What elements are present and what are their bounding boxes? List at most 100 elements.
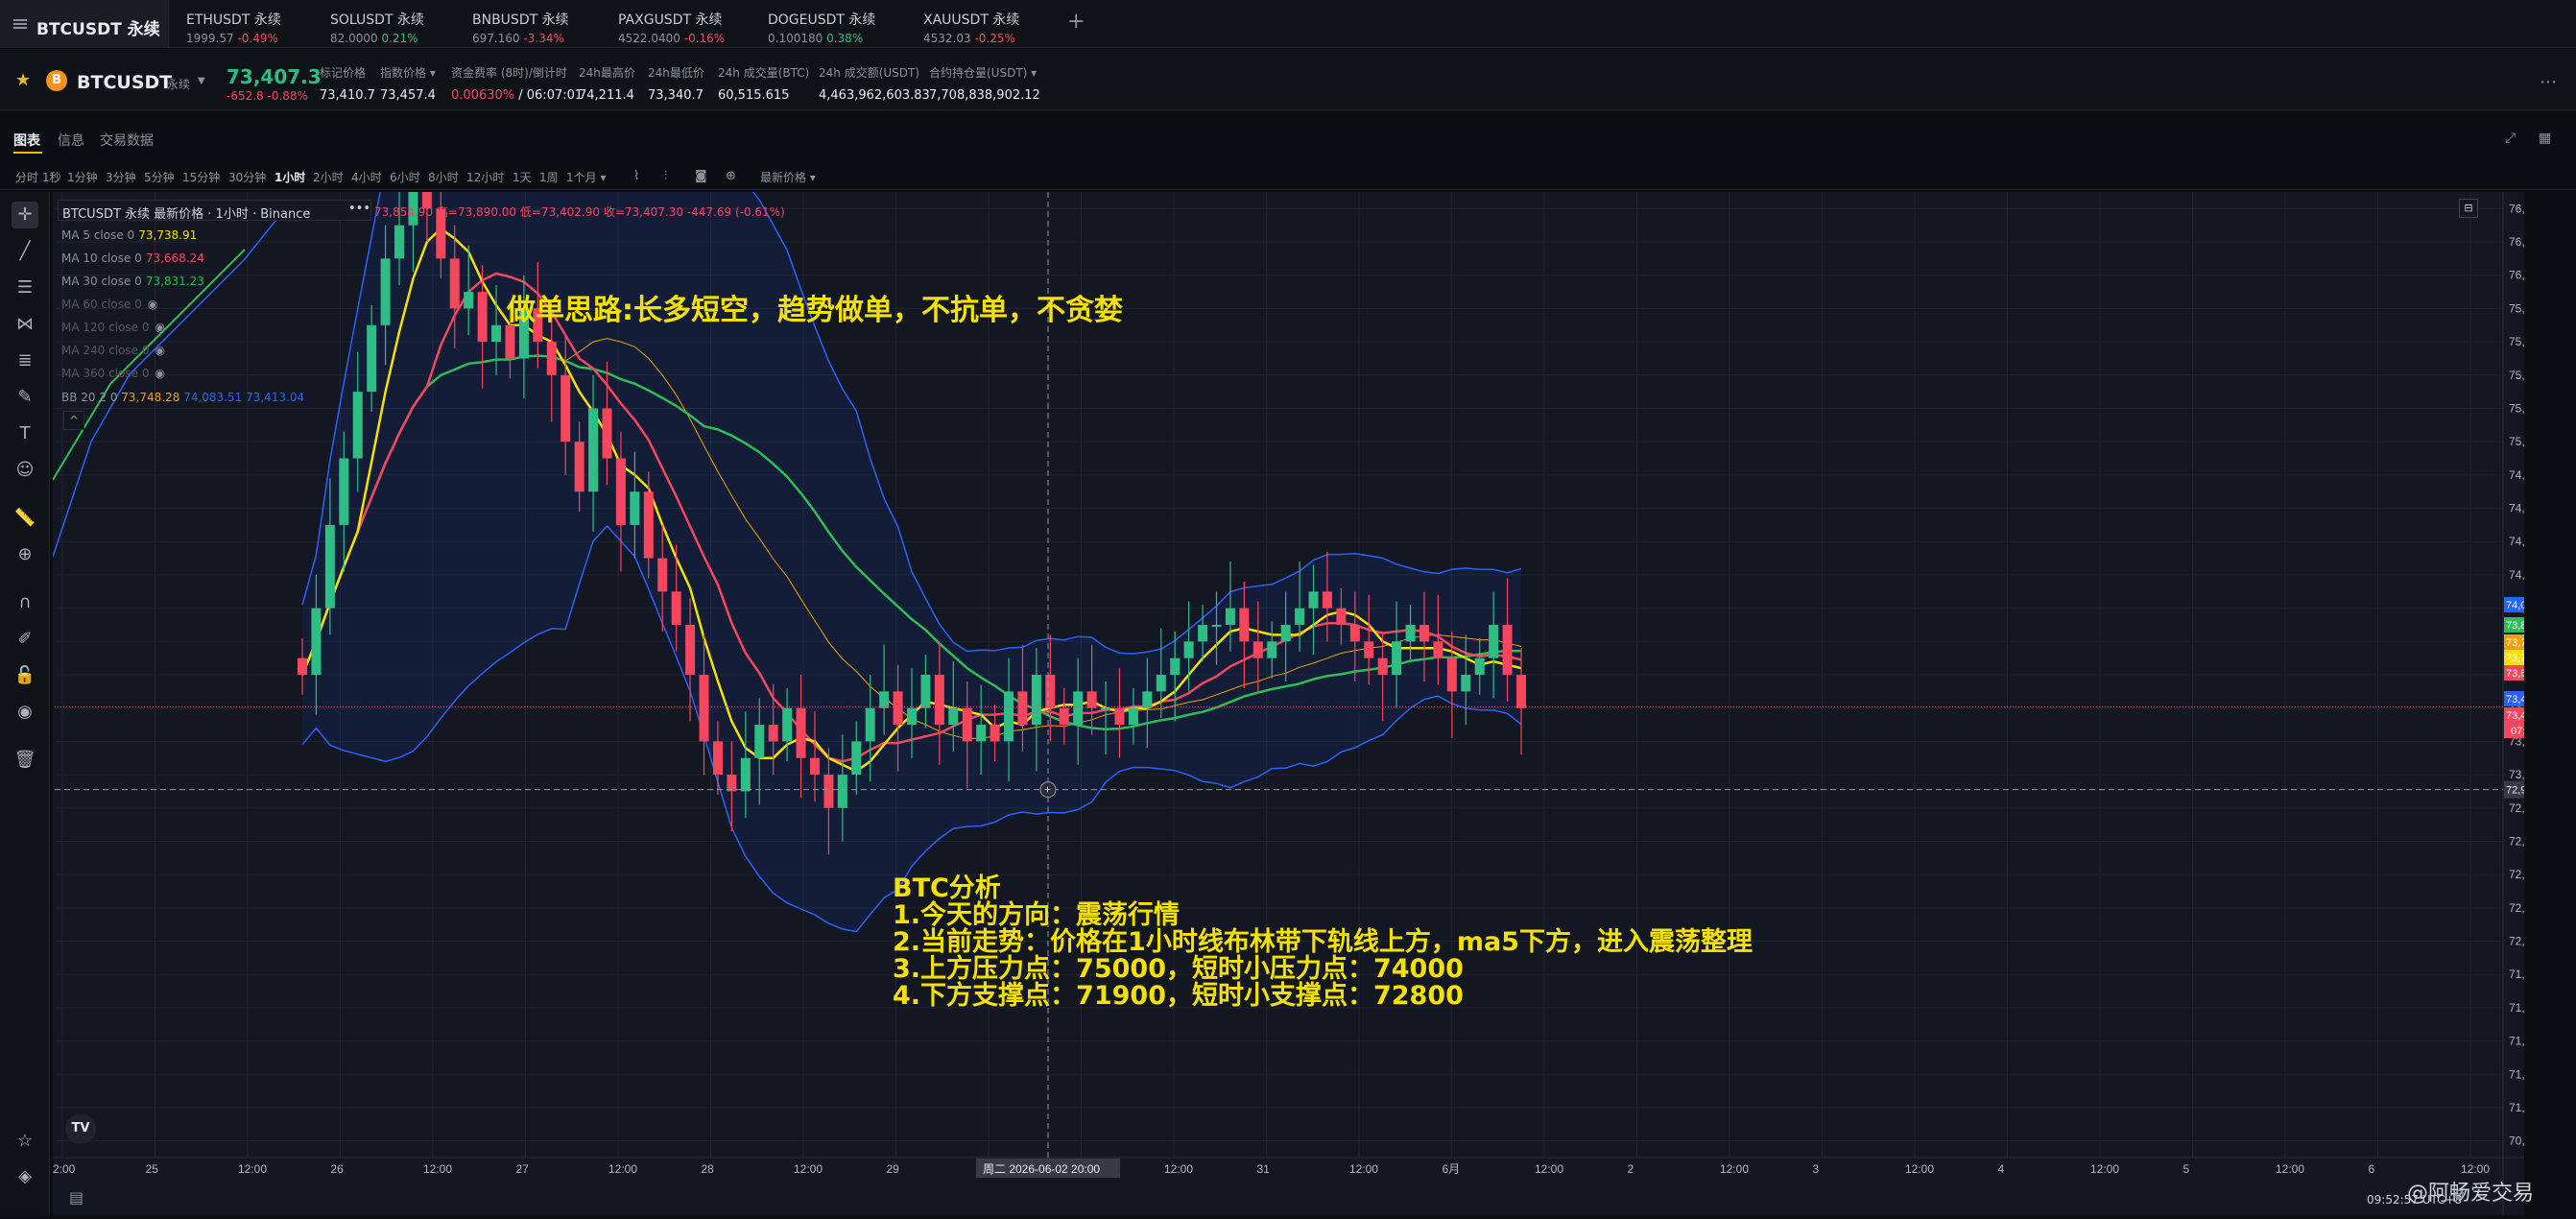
candle bbox=[630, 491, 640, 525]
alert-icon[interactable]: ⊕ bbox=[726, 169, 736, 183]
zoom-in-icon[interactable]: ⊕ bbox=[12, 541, 38, 568]
more-options-icon[interactable]: ••• bbox=[348, 202, 370, 216]
layers-icon[interactable]: ◈ bbox=[12, 1163, 38, 1190]
candle bbox=[1446, 657, 1457, 692]
indicator-1[interactable]: MA 10 close 0 73,668.24 bbox=[61, 251, 204, 265]
candle bbox=[671, 591, 681, 625]
candle bbox=[1031, 675, 1041, 726]
pitchfork-icon[interactable]: ⋈ bbox=[12, 311, 38, 338]
candle bbox=[920, 675, 931, 708]
y-tick-label: 71,600.00 bbox=[2509, 1001, 2524, 1015]
timeframe-12[interactable]: 12小时 bbox=[466, 169, 504, 185]
indicator-6[interactable]: MA 360 close 0 ◉ bbox=[61, 367, 165, 380]
candle bbox=[298, 657, 307, 675]
visibility-eye-icon[interactable]: ◉ bbox=[155, 321, 164, 334]
x-tick-label: 6月 bbox=[1443, 1162, 1461, 1176]
camera-icon[interactable]: ◙ bbox=[695, 169, 707, 183]
timeframe-13[interactable]: 1天 bbox=[513, 169, 532, 185]
ruler-icon[interactable]: 📏 bbox=[12, 505, 38, 532]
trash-icon[interactable]: 🗑 bbox=[12, 747, 38, 774]
y-tick-label: 76,000.00 bbox=[2509, 269, 2524, 282]
brush-icon[interactable]: ✎ bbox=[12, 384, 38, 411]
more-icon[interactable]: ⋯ bbox=[2540, 72, 2557, 92]
tab-trading-data[interactable]: 交易数据 bbox=[100, 131, 154, 150]
tab-dogeusdt[interactable]: DOGEUSDT 永续 0.100180 0.38% bbox=[768, 0, 875, 48]
price-scale-toggle-icon[interactable]: ⊟ bbox=[2459, 199, 2478, 218]
indicator-4[interactable]: MA 120 close 0 ◉ bbox=[61, 321, 165, 334]
fib-icon[interactable]: ≣ bbox=[12, 347, 38, 374]
tab-solusdt[interactable]: SOLUSDT 永续 82.0000 0.21% bbox=[330, 0, 424, 48]
expand-icon[interactable]: ⤢ bbox=[2505, 131, 2516, 146]
visibility-eye-icon[interactable]: ◉ bbox=[155, 344, 164, 357]
chart-type-icon[interactable]: ⌇ bbox=[633, 169, 639, 183]
x-tick-label: 2 bbox=[1628, 1162, 1634, 1176]
trendline-icon[interactable]: ╱ bbox=[12, 238, 38, 265]
indicator-3[interactable]: MA 60 close 0 ◉ bbox=[61, 298, 157, 311]
timeframe-5[interactable]: 15分钟 bbox=[182, 169, 220, 185]
timeframe-0[interactable]: 分时 bbox=[15, 169, 38, 185]
horizontal-lines-icon[interactable]: ☰ bbox=[12, 275, 38, 301]
timeframe-8[interactable]: 2小时 bbox=[313, 169, 344, 185]
y-tick-label: 72,600.00 bbox=[2509, 834, 2524, 848]
tab-info[interactable]: 信息 bbox=[58, 131, 84, 150]
tab-ethusdt[interactable]: ETHUSDT 永续 1999.57 -0.49% bbox=[186, 0, 281, 48]
crosshair-price-label: 72,910.22 bbox=[2506, 785, 2524, 797]
candle bbox=[1433, 641, 1443, 658]
magnet-icon[interactable]: ∩ bbox=[12, 589, 38, 616]
eye-icon[interactable]: ◉ bbox=[12, 699, 38, 726]
stat-index-price[interactable]: 指数价格 ▾ 73,457.4 bbox=[380, 64, 436, 103]
text-icon[interactable]: T bbox=[12, 420, 38, 447]
tab-label: BNBUSDT 永续 bbox=[472, 12, 569, 28]
indicator-5[interactable]: MA 240 close 0 ◉ bbox=[61, 344, 165, 357]
calendar-icon[interactable]: ▤ bbox=[69, 1188, 83, 1207]
star-icon[interactable]: ☆ bbox=[12, 1128, 38, 1155]
tradingview-logo-icon: TV bbox=[65, 1113, 96, 1144]
pair-name[interactable]: BTCUSDT bbox=[77, 72, 172, 93]
collapse-legend-icon[interactable]: ^ bbox=[63, 411, 84, 430]
timeframe-11[interactable]: 8小时 bbox=[428, 169, 459, 185]
candle bbox=[1142, 691, 1153, 708]
timeframe-3[interactable]: 3分钟 bbox=[106, 169, 136, 185]
indicator-0[interactable]: MA 5 close 0 73,738.91 bbox=[61, 228, 197, 242]
timeframe-14[interactable]: 1周 bbox=[539, 169, 559, 185]
timeframe-4[interactable]: 5分钟 bbox=[144, 169, 175, 185]
timeframe-6[interactable]: 30分钟 bbox=[228, 169, 266, 185]
chevron-down-icon[interactable]: ▼ bbox=[198, 76, 205, 86]
tab-change: -0.49% bbox=[237, 32, 278, 45]
indicator-2[interactable]: MA 30 close 0 73,831.23 bbox=[61, 275, 204, 288]
tab-bnbusdt[interactable]: BNBUSDT 永续 697.160 -3.34% bbox=[472, 0, 569, 48]
candle bbox=[1198, 624, 1208, 642]
indicators-icon[interactable]: ⫶ bbox=[664, 169, 667, 183]
price-chart[interactable]: 76,400.00 76,200.00 76,000.00 75,800.00 75,6… bbox=[52, 31, 2561, 1215]
favorite-star-icon[interactable]: ★ bbox=[15, 70, 31, 90]
layout-icon[interactable]: ▦ bbox=[2539, 131, 2551, 146]
timeframe-7[interactable]: 1小时 bbox=[274, 169, 305, 185]
bb-indicator[interactable]: BB 20 2 0 73,748.28 74,083.51 73,413.04 bbox=[61, 391, 304, 404]
candle bbox=[615, 458, 626, 525]
chart-title-box[interactable]: BTCUSDT 永续 最新价格 · 1小时 · Binance ••• bbox=[58, 200, 371, 222]
list-icon[interactable] bbox=[13, 19, 27, 29]
lock-icon[interactable]: 🔓 bbox=[12, 662, 38, 689]
tab-btcusdt[interactable]: BTCUSDT 永续 bbox=[0, 0, 169, 48]
emoji-icon[interactable]: ☺ bbox=[12, 457, 38, 484]
settings-icon[interactable]: ⚙ bbox=[2453, 1187, 2466, 1203]
candlestick-chart[interactable]: 76,400.00 76,200.00 76,000.00 75,800.00 75,6… bbox=[52, 31, 2561, 1215]
timeframe-2[interactable]: 1分钟 bbox=[67, 169, 98, 185]
tab-change: 0.21% bbox=[381, 32, 418, 45]
candle bbox=[1045, 675, 1056, 708]
add-tab-icon[interactable]: + bbox=[1067, 10, 1085, 34]
tab-paxgusdt[interactable]: PAXGUSDT 永续 4522.0400 -0.16% bbox=[618, 0, 725, 48]
timeframe-15[interactable]: 1个月 ▾ bbox=[566, 169, 606, 185]
draw-lock-icon[interactable]: ✐ bbox=[12, 626, 38, 653]
stat-open-interest[interactable]: 合约持仓量(USDT) ▾ 7,708,838,902.12 bbox=[929, 64, 1040, 103]
visibility-eye-icon[interactable]: ◉ bbox=[148, 298, 157, 311]
timeframe-9[interactable]: 4小时 bbox=[351, 169, 382, 185]
crosshair-date-label: 周二 2026-06-02 20:00 bbox=[983, 1162, 1100, 1176]
tab-xauusdt[interactable]: XAUUSDT 永续 4532.03 -0.25% bbox=[923, 0, 1019, 48]
timeframe-1[interactable]: 1秒 bbox=[42, 169, 61, 185]
timeframe-10[interactable]: 6小时 bbox=[390, 169, 420, 185]
visibility-eye-icon[interactable]: ◉ bbox=[155, 367, 164, 380]
tab-chart[interactable]: 图表 bbox=[13, 131, 40, 150]
price-type-select[interactable]: 最新价格 ▾ bbox=[760, 169, 816, 185]
crosshair-icon[interactable]: ✛ bbox=[12, 202, 38, 228]
